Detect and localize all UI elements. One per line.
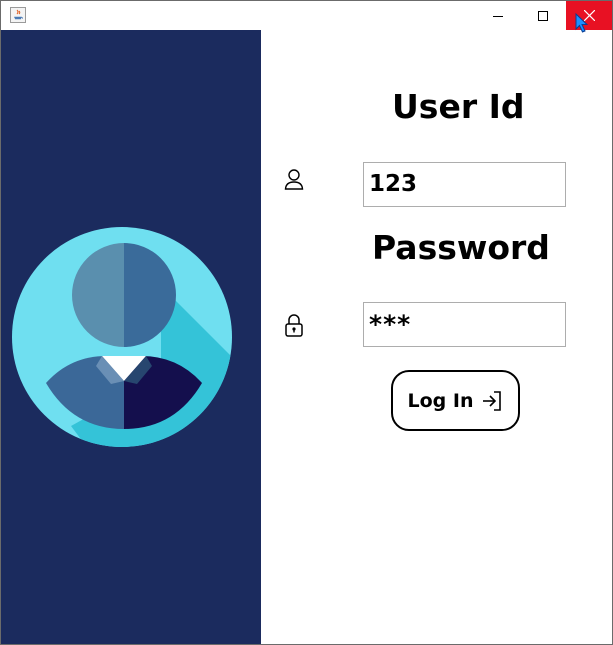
java-app-icon [10, 7, 26, 23]
password-field[interactable]: *** [363, 302, 566, 347]
avatar-panel [1, 30, 261, 644]
sign-in-icon [483, 390, 502, 411]
login-button[interactable]: Log In [391, 370, 520, 431]
user-icon [284, 169, 304, 190]
maximize-button[interactable] [520, 1, 565, 30]
user-id-label: User Id [392, 87, 525, 126]
mouse-cursor-icon [575, 13, 589, 33]
user-id-field[interactable]: 123 [363, 162, 566, 207]
minimize-button[interactable] [475, 1, 520, 30]
password-label: Password [372, 228, 550, 267]
login-button-label: Log In [407, 389, 474, 412]
maximize-icon [537, 10, 548, 21]
login-window: User Id 123 Password *** Log In [0, 0, 613, 645]
lock-icon [285, 314, 303, 337]
minimize-icon [492, 15, 503, 17]
close-button[interactable] [566, 1, 612, 30]
user-avatar-icon [12, 227, 232, 447]
title-bar[interactable] [1, 1, 612, 30]
